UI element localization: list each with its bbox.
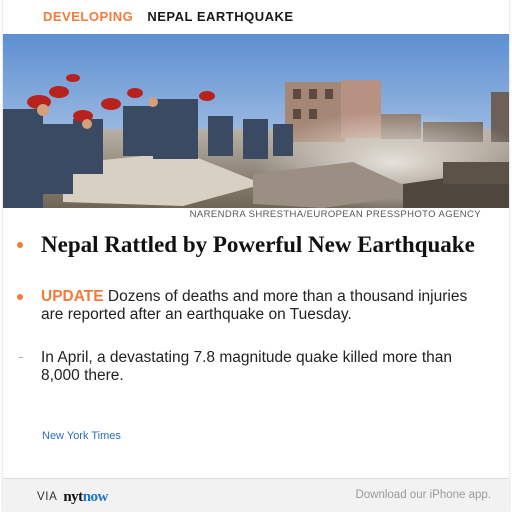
download-app-link[interactable]: Download our iPhone app.: [355, 489, 491, 501]
update-label: UPDATE: [41, 288, 104, 305]
context-bullet: [19, 357, 23, 358]
nytnow-logo[interactable]: nytnow: [63, 488, 108, 506]
source-link[interactable]: New York Times: [42, 430, 121, 442]
topic-label: NEPAL EARTHQUAKE: [147, 9, 294, 24]
headline-bullet: [17, 242, 23, 248]
photo-credit: NARENDRA SHRESTHA/EUROPEAN PRESSPHOTO AG…: [189, 209, 481, 220]
news-card[interactable]: DEVELOPING NEPAL EARTHQUAKE NARENDRA SHR…: [3, 0, 509, 512]
update-text: Dozens of deaths and more than a thousan…: [41, 288, 468, 323]
update-paragraph: UPDATE Dozens of deaths and more than a …: [41, 288, 471, 324]
context-paragraph: In April, a devastating 7.8 magnitude qu…: [41, 349, 453, 384]
update-bullet: [17, 294, 23, 300]
developing-tag: DEVELOPING: [43, 9, 134, 24]
via-label: VIA: [37, 491, 58, 503]
via-attribution: VIA nytnow: [37, 488, 108, 506]
earthquake-rubble-image: [3, 34, 509, 208]
headline[interactable]: Nepal Rattled by Powerful New Earthquake: [41, 232, 481, 258]
footer-bar: VIA nytnow Download our iPhone app.: [3, 478, 509, 512]
story-header: DEVELOPING NEPAL EARTHQUAKE: [43, 9, 294, 29]
news-photo[interactable]: [3, 34, 509, 208]
